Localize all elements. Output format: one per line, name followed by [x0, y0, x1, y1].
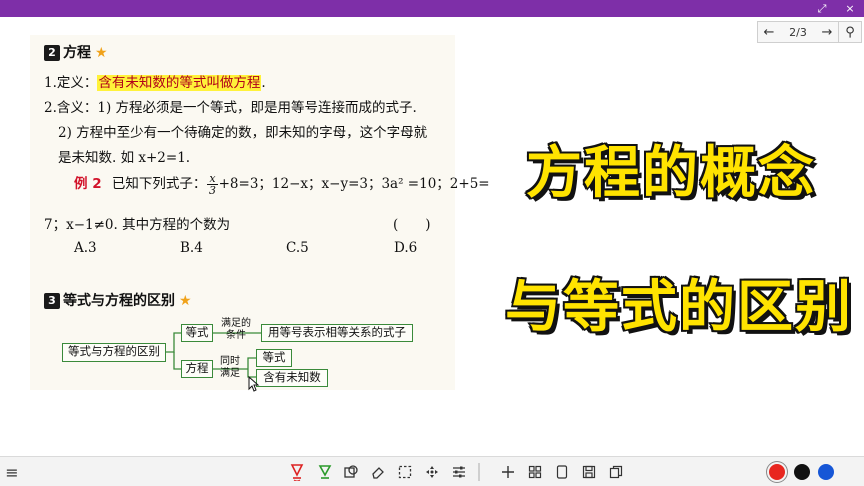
overlay-title-line-1: 方程的概念 — [525, 140, 816, 208]
diagram-leaf-equation: 等式 — [256, 349, 292, 367]
pen-red-icon[interactable] — [288, 457, 306, 486]
toolbar-divider — [478, 463, 480, 481]
grid-icon[interactable] — [526, 457, 544, 486]
condition-line-2: 条件 — [226, 330, 246, 341]
diagram-fc-condition: 同时 满足 — [215, 356, 245, 380]
cursor-icon — [248, 376, 260, 392]
save-icon[interactable] — [580, 457, 598, 486]
copy-icon[interactable] — [607, 457, 625, 486]
overlay-title-line-2: 与等式的区别 — [504, 274, 853, 342]
diagram-root-node: 等式与方程的区别 — [62, 343, 166, 362]
condition-line-2: 满足 — [220, 368, 240, 379]
color-swatch-black[interactable] — [794, 464, 810, 480]
diagram-formula-node: 方程 — [181, 360, 213, 378]
diagram-leaf-unknown: 含有未知数 — [256, 369, 328, 387]
diagram-connectors — [166, 332, 261, 378]
diagram-eq-condition: 满足的 条件 — [216, 318, 256, 342]
adjust-icon[interactable] — [450, 457, 468, 486]
eraser-icon[interactable] — [369, 457, 387, 486]
annotation-toolbar: ≡ — [0, 456, 864, 486]
color-swatch-blue[interactable] — [818, 464, 834, 480]
condition-line-1: 满足的 — [221, 318, 251, 329]
move-icon[interactable] — [423, 457, 441, 486]
menu-icon[interactable]: ≡ — [2, 457, 22, 486]
diagram-equation-node: 等式 — [181, 324, 213, 342]
shape-icon[interactable] — [342, 457, 360, 486]
page-icon[interactable] — [553, 457, 571, 486]
condition-line-1: 同时 — [220, 356, 240, 367]
pen-green-icon[interactable] — [316, 457, 334, 486]
diagram-equation-desc: 用等号表示相等关系的式子 — [261, 324, 413, 342]
color-swatch-red[interactable] — [769, 464, 785, 480]
select-icon[interactable] — [396, 457, 414, 486]
add-icon[interactable] — [499, 457, 517, 486]
